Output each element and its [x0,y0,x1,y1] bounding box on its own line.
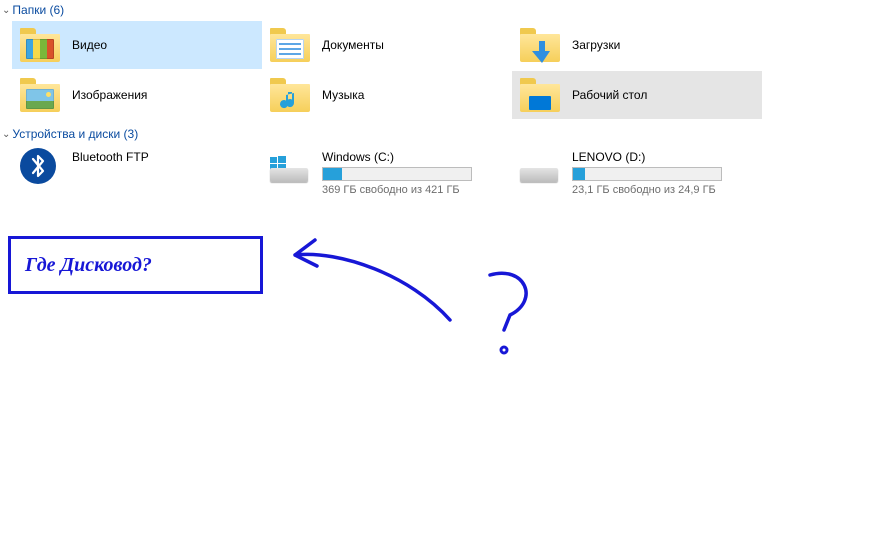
section-header-devices[interactable]: ⌄ Устройства и диски (3) [0,124,890,144]
chevron-down-icon: ⌄ [2,129,10,140]
folder-icon [20,28,60,62]
folders-grid: Видео Документы Загрузки Изображения Муз… [0,20,890,120]
download-arrow-icon [532,41,552,63]
device-label: Bluetooth FTP [72,150,149,164]
drive-usage-bar [322,167,472,181]
folder-item-music[interactable]: Музыка [262,71,512,119]
annotation-arrow-icon [280,230,560,370]
drive-usage-bar [572,167,722,181]
folder-label: Музыка [322,88,364,102]
devices-grid: Bluetooth FTP Windows (C:) 369 ГБ свобод… [0,144,890,200]
drive-free-text: 369 ГБ свободно из 421 ГБ [322,184,472,196]
folder-item-downloads[interactable]: Загрузки [512,21,762,69]
drive-label: LENOVO (D:) [572,150,722,164]
drive-icon [270,148,310,188]
folder-label: Загрузки [572,38,620,52]
folder-item-images[interactable]: Изображения [12,71,262,119]
folder-icon [520,78,560,112]
folder-item-documents[interactable]: Документы [262,21,512,69]
music-note-icon [276,89,300,113]
annotation-box: Где Дисковод? [8,236,263,294]
folder-label: Документы [322,38,384,52]
bluetooth-icon [20,148,60,188]
folder-icon [270,78,310,112]
folder-item-video[interactable]: Видео [12,21,262,69]
drive-free-text: 23,1 ГБ свободно из 24,9 ГБ [572,184,722,196]
folder-item-desktop[interactable]: Рабочий стол [512,71,762,119]
drive-label: Windows (C:) [322,150,472,164]
section-header-folders[interactable]: ⌄ Папки (6) [0,0,890,20]
folder-icon [270,28,310,62]
device-item-bluetooth[interactable]: Bluetooth FTP [12,144,262,200]
device-item-drive-c[interactable]: Windows (C:) 369 ГБ свободно из 421 ГБ [262,144,512,200]
folder-icon [520,28,560,62]
section-title: Устройства и диски (3) [12,127,138,141]
folder-label: Изображения [72,88,147,102]
annotation-text: Где Дисковод? [25,254,152,277]
chevron-down-icon: ⌄ [2,5,10,16]
drive-icon [520,148,560,188]
folder-label: Видео [72,38,107,52]
folder-label: Рабочий стол [572,88,647,102]
device-item-drive-d[interactable]: LENOVO (D:) 23,1 ГБ свободно из 24,9 ГБ [512,144,762,200]
folder-icon [20,78,60,112]
section-title: Папки (6) [12,3,64,17]
